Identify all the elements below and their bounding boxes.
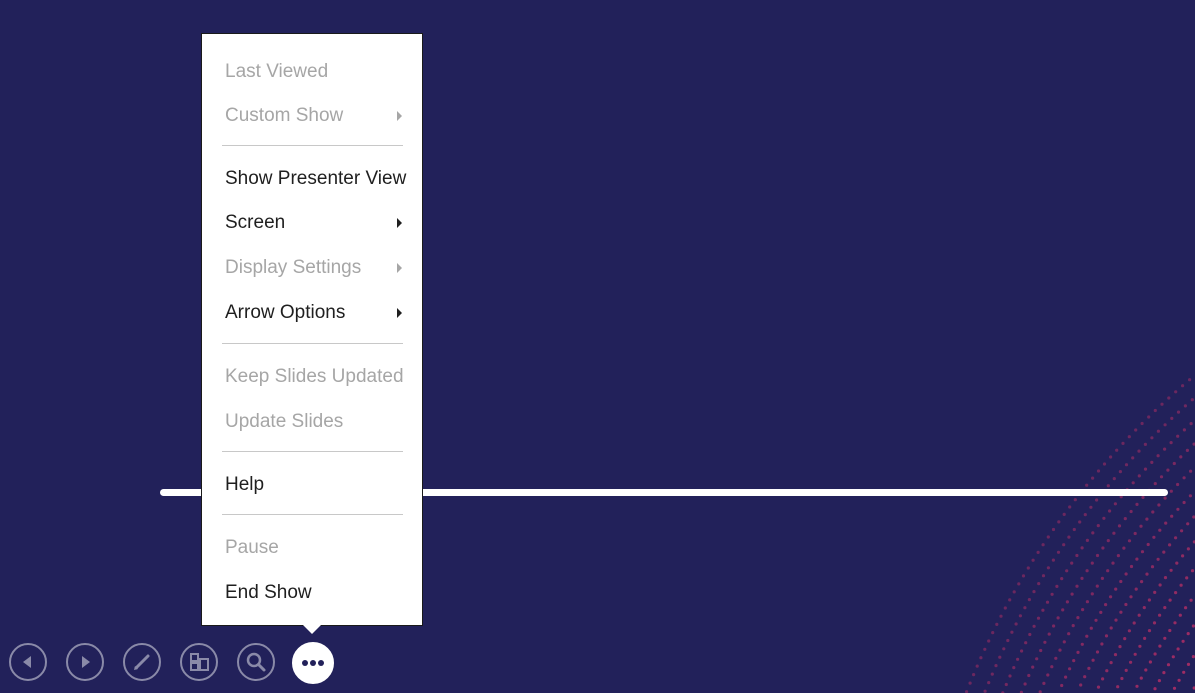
- menu-item-update-slides[interactable]: Update Slides: [202, 404, 422, 440]
- menu-item-end-show[interactable]: End Show: [202, 575, 422, 611]
- menu-item-label: Screen: [225, 212, 286, 233]
- menu-item-label: Update Slides: [225, 411, 344, 432]
- menu-item-last-viewed[interactable]: Last Viewed: [202, 54, 422, 90]
- menu-item-arrow-options[interactable]: Arrow Options: [202, 295, 422, 331]
- previous-icon: [23, 656, 31, 668]
- menu-item-show-presenter-view[interactable]: Show Presenter View: [202, 161, 422, 197]
- menu-item-custom-show[interactable]: Custom Show: [202, 98, 422, 134]
- menu-item-label: Last Viewed: [225, 61, 329, 82]
- next-slide-button[interactable]: [66, 643, 104, 681]
- submenu-arrow-icon: [397, 218, 402, 228]
- menu-item-label: Keep Slides Updated: [225, 366, 404, 387]
- menu-item-label: Pause: [225, 537, 279, 558]
- menu-pointer-caret: [303, 625, 321, 634]
- menu-item-pause[interactable]: Pause: [202, 530, 422, 566]
- more-options-button[interactable]: [292, 642, 334, 684]
- menu-item-keep-slides-updated[interactable]: Keep Slides Updated: [202, 359, 422, 395]
- menu-item-label: Display Settings: [225, 257, 362, 278]
- submenu-arrow-icon: [397, 308, 402, 318]
- menu-item-display-settings[interactable]: Display Settings: [202, 250, 422, 286]
- more-options-icon: [302, 660, 324, 666]
- pen-icon: [134, 654, 150, 670]
- menu-item-help[interactable]: Help: [202, 467, 422, 503]
- submenu-arrow-icon: [397, 111, 402, 121]
- pen-tool-button[interactable]: [123, 643, 161, 681]
- menu-item-label: Show Presenter View: [225, 168, 407, 189]
- menu-item-label: Arrow Options: [225, 302, 346, 323]
- previous-slide-button[interactable]: [9, 643, 47, 681]
- menu-separator: [222, 343, 403, 344]
- menu-item-label: Custom Show: [225, 105, 344, 126]
- see-all-slides-button[interactable]: [180, 643, 218, 681]
- menu-item-label: Help: [225, 474, 265, 495]
- menu-separator: [222, 451, 403, 452]
- menu-item-screen[interactable]: Screen: [202, 205, 422, 241]
- menu-separator: [222, 514, 403, 515]
- submenu-arrow-icon: [397, 263, 402, 273]
- slideshow-options-menu: Last Viewed Custom Show Show Presenter V…: [201, 33, 423, 626]
- menu-item-label: End Show: [225, 582, 312, 603]
- next-icon: [82, 656, 90, 668]
- slide-dot-pattern: [965, 378, 1195, 693]
- see-all-slides-icon: [190, 653, 209, 671]
- zoom-button[interactable]: [237, 643, 275, 681]
- menu-separator: [222, 145, 403, 146]
- zoom-icon: [246, 652, 266, 672]
